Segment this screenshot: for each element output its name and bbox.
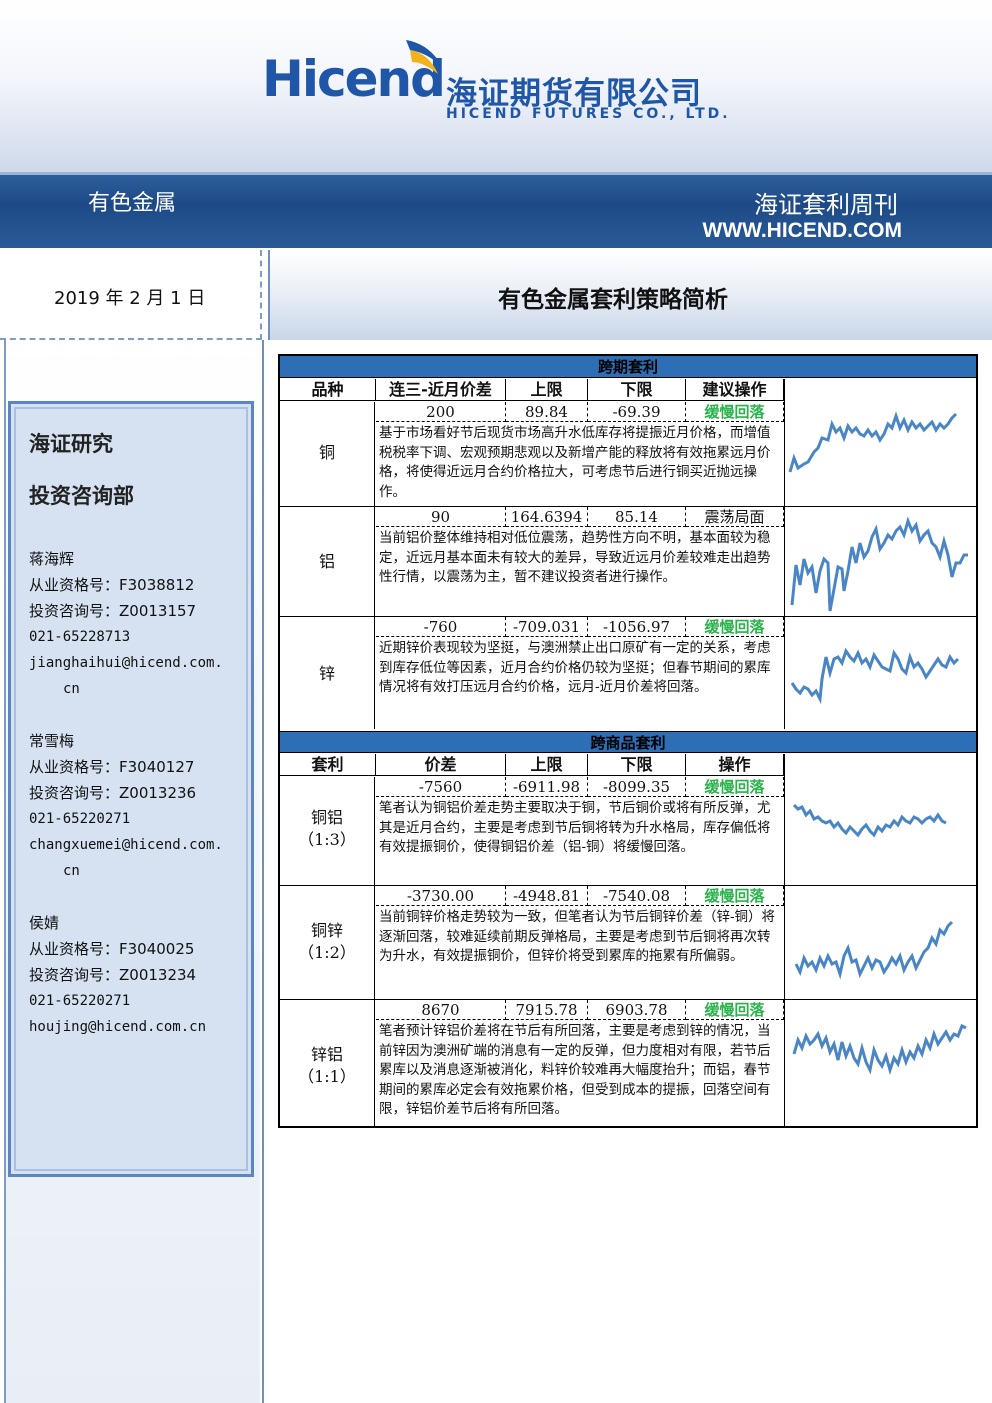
strategy-description: 基于市场看好节后现货市场高升水低库存将提振近月价格，而增值税税率下调、宏观预期悲… — [379, 425, 771, 500]
analyst-phone: 021-65228713 — [29, 629, 131, 645]
suggested-action: 缓慢回落 — [686, 1000, 784, 1020]
column-header: 操作 — [686, 754, 784, 776]
analyst-card: 蒋海辉 从业资格号：F3038812 投资咨询号：Z0013157 021-65… — [29, 546, 223, 702]
lower-limit: -8099.35 — [588, 777, 686, 797]
column-divider — [784, 754, 785, 885]
title-bar: 有色金属套利策略简析 — [268, 250, 992, 340]
analyst-name: 蒋海辉 — [29, 550, 75, 568]
analyst-email[interactable]: houjing@hicend.com.cn — [29, 1014, 206, 1040]
analyst-qualification: 从业资格号：F3040127 — [29, 758, 195, 776]
logo-english-name: HICEND FUTURES CO., LTD. — [446, 106, 731, 122]
section-header-intercommodity: 跨商品套利 — [280, 731, 976, 753]
column-header: 上限 — [506, 379, 588, 401]
row-label-copper: 铜 — [280, 402, 375, 506]
row-label-copper-aluminum: 铜铝 （1:3） — [280, 777, 375, 885]
column-divider — [784, 886, 785, 999]
column-divider — [784, 617, 785, 729]
suggested-action: 缓慢回落 — [686, 402, 784, 422]
column-header: 套利 — [280, 754, 376, 776]
row-label-zinc: 锌 — [280, 617, 375, 729]
spread-value: -7560 — [376, 777, 506, 797]
company-logo: Hicend 海证期货有限公司 HICEND FUTURES CO., LTD. — [262, 34, 732, 134]
category-label: 有色金属 — [88, 191, 177, 216]
trend-chart-copper — [786, 402, 976, 506]
row-label-copper-zinc: 铜锌 （1:2） — [280, 886, 375, 999]
analyst-advisory-id: 投资咨询号：Z0013236 — [29, 784, 197, 802]
spread-value: -3730.00 — [376, 886, 506, 906]
upper-limit: 7915.78 — [506, 1000, 588, 1020]
report-title: 有色金属套利策略简析 — [498, 287, 728, 313]
column-header: 连三-近月价差 — [376, 379, 506, 401]
lower-limit: 85.14 — [588, 507, 686, 527]
suggested-action: 缓慢回落 — [686, 886, 784, 906]
column-header: 价差 — [376, 754, 506, 776]
column-divider — [784, 1000, 785, 1126]
analyst-email[interactable]: changxuemei@hicend.com. — [29, 832, 223, 858]
header-banner: 有色金属 海证套利周刊 WWW.HICEND.COM — [0, 172, 992, 248]
publication-name: 海证套利周刊 — [754, 191, 898, 219]
lower-limit: -69.39 — [588, 402, 686, 422]
trend-chart-copper-zinc — [786, 886, 976, 999]
suggested-action: 缓慢回落 — [686, 617, 784, 637]
sidebar-divider — [262, 340, 264, 1403]
analyst-name: 常雪梅 — [29, 732, 75, 750]
lower-limit: 6903.78 — [588, 1000, 686, 1020]
analyst-name: 侯婧 — [29, 914, 60, 932]
logo-swoosh-icon — [406, 40, 442, 74]
header: Hicend 海证期货有限公司 HICEND FUTURES CO., LTD. — [0, 0, 992, 172]
spread-value: 8670 — [376, 1000, 506, 1020]
analyst-phone: 021-65220271 — [29, 811, 131, 827]
analyst-qualification: 从业资格号：F3038812 — [29, 576, 195, 594]
lower-limit: -7540.08 — [588, 886, 686, 906]
report-date: 2019 年 2 月 1 日 — [54, 288, 206, 309]
strategy-description: 当前铜锌价格走势较为一致，但笔者认为节后铜锌价差（锌-铜）将逐渐回落，较难延续前… — [379, 909, 776, 965]
lower-limit: -1056.97 — [588, 617, 686, 637]
upper-limit: 89.84 — [506, 402, 588, 422]
column-divider — [784, 379, 785, 506]
suggested-action: 缓慢回落 — [686, 777, 784, 797]
spread-value: 90 — [376, 507, 506, 527]
analyst-qualification: 从业资格号：F3040025 — [29, 940, 195, 958]
column-header: 建议操作 — [686, 379, 784, 401]
analyst-email[interactable]: jianghaihui@hicend.com. — [29, 650, 223, 676]
dept-title-2: 投资咨询部 — [29, 484, 134, 508]
analyst-phone: 021-65220271 — [29, 993, 131, 1009]
strategy-description: 笔者预计锌铝价差将在节后有所回落，主要是考虑到锌的情况，当前锌因为澳洲矿端的消息… — [379, 1023, 771, 1118]
spread-value: -760 — [376, 617, 506, 637]
strategy-description: 近期锌价表现较为坚挺，与澳洲禁止出口原矿有一定的关系，考虑到库存低位等因素，近月… — [379, 640, 771, 696]
strategy-description: 笔者认为铜铝价差走势主要取决于铜，节后铜价或将有所反弹，尤其是近月合约，主要是考… — [379, 800, 771, 856]
analyst-email-cont[interactable]: cn — [29, 858, 223, 884]
column-header: 下限 — [588, 379, 686, 401]
upper-limit: 164.6394 — [506, 507, 588, 527]
analyst-card: 侯婧 从业资格号：F3040025 投资咨询号：Z0013234 021-652… — [29, 910, 206, 1040]
website-url[interactable]: WWW.HICEND.COM — [703, 219, 902, 243]
row-label-zinc-aluminum: 锌铝 （1:1） — [280, 1000, 375, 1126]
analyst-advisory-id: 投资咨询号：Z0013234 — [29, 966, 197, 984]
suggested-action: 震荡局面 — [686, 507, 784, 527]
trend-chart-aluminum — [786, 507, 976, 616]
date-box: 2019 年 2 月 1 日 — [0, 250, 262, 340]
trend-chart-zinc-aluminum — [786, 1000, 976, 1126]
column-header: 上限 — [506, 754, 588, 776]
trend-chart-copper-aluminum — [786, 777, 976, 885]
spread-value: 200 — [376, 402, 506, 422]
column-header: 下限 — [588, 754, 686, 776]
upper-limit: -4948.81 — [506, 886, 588, 906]
analyst-panel: 海证研究 投资咨询部 蒋海辉 从业资格号：F3038812 投资咨询号：Z001… — [8, 401, 254, 1177]
dept-title-1: 海证研究 — [29, 432, 113, 456]
section-header-intertemporal: 跨期套利 — [280, 356, 976, 378]
row-label-aluminum: 铝 — [280, 507, 375, 616]
upper-limit: -709.031 — [506, 617, 588, 637]
trend-chart-zinc — [786, 617, 976, 729]
strategy-table: 跨期套利 品种 连三-近月价差 上限 下限 建议操作 铜 200 89.84 -… — [278, 354, 978, 1128]
column-header: 品种 — [280, 379, 376, 401]
analyst-advisory-id: 投资咨询号：Z0013157 — [29, 602, 197, 620]
analyst-card: 常雪梅 从业资格号：F3040127 投资咨询号：Z0013236 021-65… — [29, 728, 223, 884]
analyst-email-cont[interactable]: cn — [29, 676, 223, 702]
upper-limit: -6911.98 — [506, 777, 588, 797]
strategy-description: 当前铝价整体维持相对低位震荡，趋势性方向不明，基本面较为稳定，近远月基本面未有较… — [379, 530, 771, 586]
column-divider — [784, 507, 785, 616]
